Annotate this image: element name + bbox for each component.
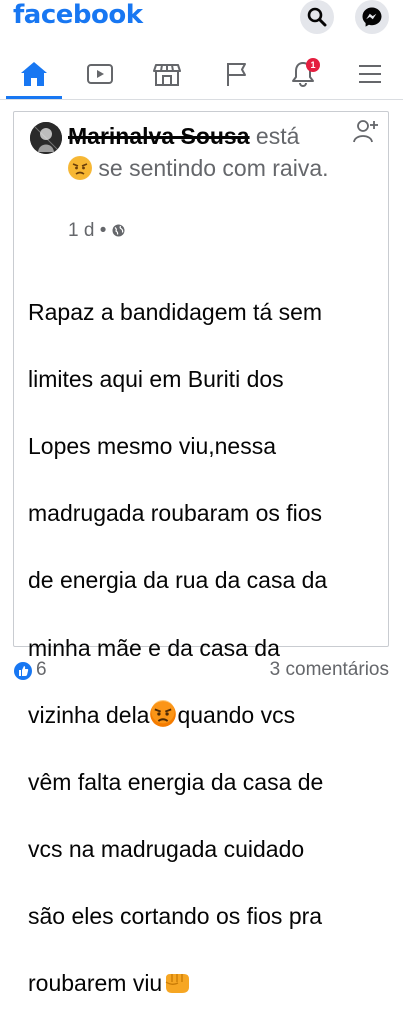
like-reaction-icon [14,662,32,680]
search-button[interactable] [300,0,334,34]
comments-count[interactable]: 3 comentários [270,659,389,681]
body-text-segment: vizinha dela [28,701,150,728]
fist-emoji-icon [165,974,190,994]
globe-icon [112,224,125,237]
body-line: vcs na madrugada cuidado [28,836,305,863]
nav-notifications[interactable]: 1 [273,49,333,99]
post-card: Marinalva Sousa está se sentindo com rai… [13,111,389,996]
add-friend-icon[interactable] [353,118,379,144]
body-line: Rapaz a bandidagem tá sem [28,298,323,325]
watch-icon [87,64,113,84]
reactions-count[interactable]: 6 [36,659,47,681]
top-bar: facebook [0,0,403,40]
body-line: vizinha dela quando vcs [28,699,378,733]
active-tab-indicator [6,96,62,99]
facebook-logo[interactable]: facebook [13,0,143,30]
nav-menu[interactable] [340,49,400,99]
home-icon [21,62,47,86]
nav-pages[interactable] [206,49,266,99]
meta-separator: • [99,220,107,241]
body-line: roubarem viu [28,967,378,1001]
body-line: Lopes mesmo viu,nessa [28,432,277,459]
body-line: madrugada roubaram os fios [28,500,323,527]
body-line: vêm falta energia da casa de [28,768,324,795]
nav-home[interactable] [4,49,64,99]
post-body: Rapaz a bandidagem tá sem limites aqui e… [28,262,378,1035]
feeling-text: se sentindo com raiva. [98,155,329,181]
body-line: limites aqui em Buriti dos [28,365,284,392]
post-meta: 1 d • [68,220,125,242]
body-line: são eles cortando os fios pra [28,903,323,930]
body-text-segment: quando vcs [177,701,296,728]
post-footer: 6 3 comentários [0,657,403,680]
messenger-button[interactable] [355,0,389,34]
post-time[interactable]: 1 d [68,220,94,241]
nav-watch[interactable] [70,49,130,99]
feeling-prefix: está [255,123,300,149]
main-nav: 1 [0,49,403,100]
angry-emoji-icon [150,699,177,727]
avatar-image [30,122,62,154]
pages-flag-icon [227,63,246,86]
notification-badge: 1 [306,58,320,72]
body-text-segment: roubarem viu [28,970,163,997]
post-header: Marinalva Sousa está se sentindo com rai… [68,120,338,184]
body-line: de energia da rua da casa da [28,567,328,594]
avatar[interactable] [30,122,62,154]
messenger-icon [362,7,382,27]
marketplace-icon [153,64,181,86]
search-icon [307,7,327,27]
angry-emoji-icon [68,156,92,180]
author-name[interactable]: Marinalva Sousa [68,123,250,149]
nav-marketplace[interactable] [137,49,197,99]
menu-icon [359,65,381,83]
